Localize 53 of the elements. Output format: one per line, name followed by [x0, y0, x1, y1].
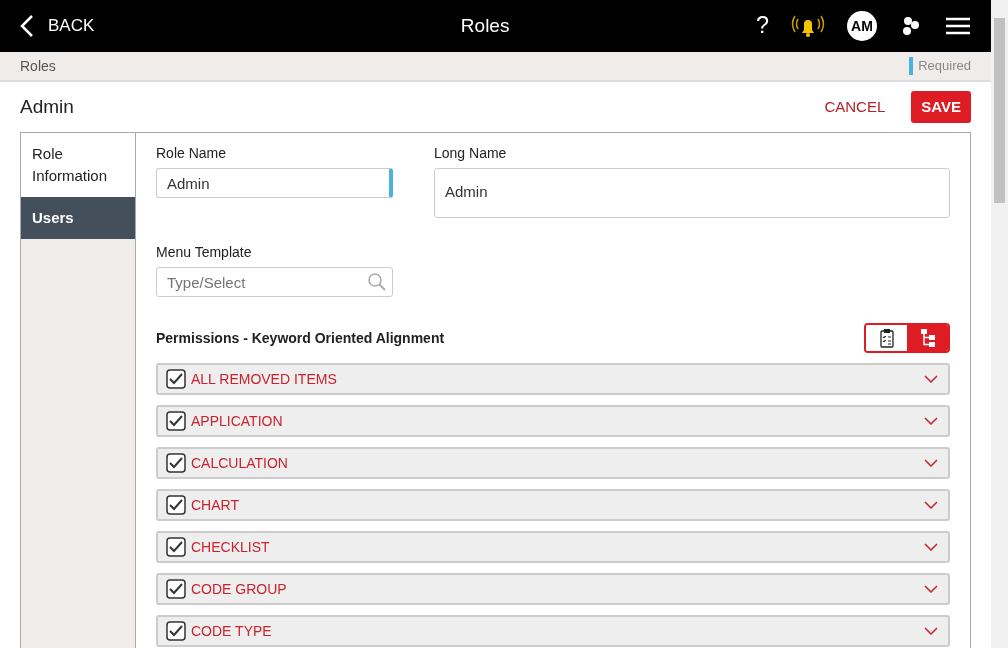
permission-row[interactable]: APPLICATION	[156, 405, 950, 437]
record-title: Admin	[20, 94, 75, 119]
tree-view-button[interactable]	[907, 325, 948, 351]
checkbox[interactable]	[166, 453, 186, 473]
chevron-down-icon[interactable]	[924, 459, 938, 467]
required-legend: Required	[909, 57, 971, 75]
field-label: Role Name	[156, 144, 228, 163]
side-tab[interactable]: Role Information	[21, 133, 135, 197]
long-name-field[interactable]: Admin	[434, 168, 950, 218]
page-title: Roles	[459, 13, 511, 38]
permission-row[interactable]: CHECKLIST	[156, 531, 950, 563]
menu-template-field[interactable]: Type/Select	[156, 267, 393, 297]
chevron-down-icon[interactable]	[924, 543, 938, 551]
checkbox[interactable]	[166, 369, 186, 389]
role-name-field[interactable]: Admin	[156, 168, 393, 198]
checkbox[interactable]	[166, 411, 186, 431]
clipboard-icon	[879, 328, 894, 348]
user-avatar[interactable]: AM	[847, 11, 877, 41]
chevron-down-icon[interactable]	[924, 627, 938, 635]
checkbox[interactable]	[166, 537, 186, 557]
back-button[interactable]: BACK	[20, 13, 95, 39]
permission-label: CHECKLIST	[191, 537, 271, 557]
breadcrumb[interactable]: Roles	[20, 55, 56, 77]
permission-label: CODE GROUP	[191, 579, 288, 599]
permission-row[interactable]: CODE TYPE	[156, 615, 950, 647]
checkbox[interactable]	[166, 621, 186, 641]
chevron-down-icon[interactable]	[924, 375, 938, 383]
cancel-button[interactable]: CANCEL	[818, 94, 892, 120]
chevron-left-icon	[20, 14, 34, 38]
chevron-down-icon[interactable]	[924, 585, 938, 593]
permission-label: APPLICATION	[191, 411, 284, 431]
menu-icon[interactable]	[945, 16, 971, 36]
side-tab[interactable]: Users	[21, 197, 135, 239]
chevron-down-icon[interactable]	[924, 501, 938, 509]
permission-row[interactable]: CHART	[156, 489, 950, 521]
checkbox[interactable]	[166, 495, 186, 515]
save-button[interactable]: SAVE	[911, 90, 971, 124]
permission-row[interactable]: ALL REMOVED ITEMS	[156, 363, 950, 395]
field-label: Menu Template	[156, 243, 253, 262]
permission-label: ALL REMOVED ITEMS	[191, 369, 338, 389]
tree-icon	[920, 329, 935, 347]
permission-row[interactable]: CODE GROUP	[156, 573, 950, 605]
permission-label: CHART	[191, 495, 240, 515]
bell-icon[interactable]	[791, 13, 825, 39]
chevron-down-icon[interactable]	[924, 417, 938, 425]
checkbox[interactable]	[166, 579, 186, 599]
permission-row[interactable]: CALCULATION	[156, 447, 950, 479]
permission-label: CODE TYPE	[191, 621, 273, 641]
help-button[interactable]: ?	[755, 8, 769, 44]
field-label: Long Name	[434, 144, 508, 163]
permission-label: CALCULATION	[191, 453, 289, 473]
scrollbar[interactable]	[991, 0, 1008, 648]
section-title: Permissions - Keyword Oriented Alignment	[156, 328, 445, 348]
